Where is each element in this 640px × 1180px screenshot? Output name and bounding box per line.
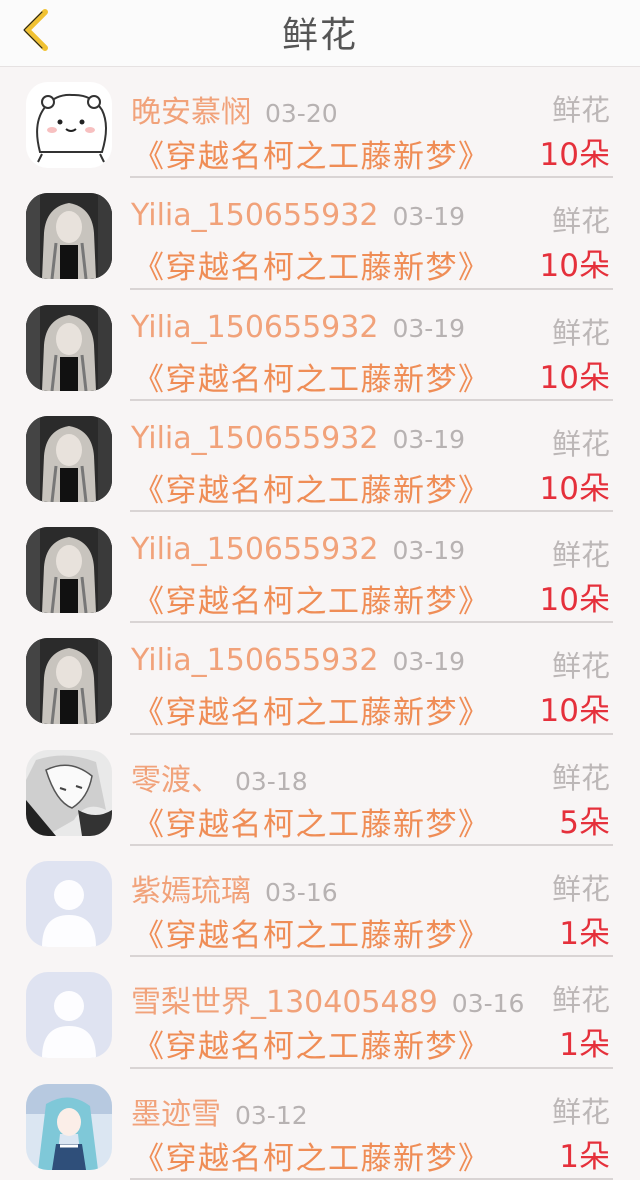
user-name-text[interactable]: Yilia_150655932: [131, 643, 378, 678]
book-title[interactable]: 《穿越名柯之工藤新梦》: [133, 1133, 491, 1178]
gift-type: 鲜花: [551, 649, 610, 684]
user-name-text[interactable]: 晚安慕悯: [131, 95, 251, 130]
avatar[interactable]: [26, 82, 112, 168]
book-title[interactable]: 《穿越名柯之工藤新梦》: [133, 131, 491, 176]
book-title[interactable]: 《穿越名柯之工藤新梦》: [133, 354, 491, 399]
gift-count: 10朵: [539, 470, 610, 507]
user-name[interactable]: 雪梨世界_130405489 03-16: [131, 977, 524, 1021]
avatar[interactable]: [26, 527, 112, 614]
user-name[interactable]: 墨迹雪 03-12: [131, 1089, 308, 1133]
gift-date: 03-19: [392, 536, 466, 566]
book-title[interactable]: 《穿越名柯之工藤新梦》: [133, 799, 491, 844]
user-name-text[interactable]: Yilia_150655932: [131, 198, 378, 233]
gift-type: 鲜花: [551, 315, 610, 350]
gift-count: 10朵: [539, 582, 610, 619]
user-name-text[interactable]: 雪梨世界_130405489: [131, 985, 438, 1020]
avatar[interactable]: [26, 972, 112, 1059]
top-bar: 鲜花: [0, 0, 640, 67]
gift-type: 鲜花: [551, 760, 610, 795]
list-item[interactable]: Yilia_150655932 03-19 《穿越名柯之工藤新梦》 鲜花 10朵: [0, 512, 640, 624]
list-item[interactable]: Yilia_150655932 03-19 《穿越名柯之工藤新梦》 鲜花 10朵: [0, 623, 640, 735]
book-title[interactable]: 《穿越名柯之工藤新梦》: [133, 465, 491, 510]
user-name-text[interactable]: Yilia_150655932: [131, 532, 378, 567]
page-title: 鲜花: [281, 15, 358, 56]
user-name[interactable]: Yilia_150655932 03-19: [131, 421, 465, 456]
list-item[interactable]: 雪梨世界_130405489 03-16 《穿越名柯之工藤新梦》 鲜花 1朵: [0, 957, 640, 1069]
gift-count: 10朵: [539, 693, 610, 730]
user-name[interactable]: Yilia_150655932 03-19: [131, 532, 465, 567]
book-title[interactable]: 《穿越名柯之工藤新梦》: [133, 576, 491, 621]
avatar[interactable]: [26, 638, 112, 725]
avatar[interactable]: [26, 415, 112, 502]
list-item[interactable]: 零渡、 03-18 《穿越名柯之工藤新梦》 鲜花 5朵: [0, 735, 640, 847]
gift-count: 1朵: [559, 1138, 610, 1175]
avatar[interactable]: [26, 193, 112, 280]
book-title[interactable]: 《穿越名柯之工藤新梦》: [133, 910, 491, 955]
list-item[interactable]: Yilia_150655932 03-19 《穿越名柯之工藤新梦》 鲜花 10朵: [0, 290, 640, 401]
book-title[interactable]: 《穿越名柯之工藤新梦》: [133, 1021, 491, 1066]
gift-type: 鲜花: [551, 1094, 610, 1129]
list-item[interactable]: Yilia_150655932 03-19 《穿越名柯之工藤新梦》 鲜花 10朵: [0, 401, 640, 513]
gift-record-list: 晚安慕悯 03-20 《穿越名柯之工藤新梦》 鲜花 10朵 Yilia_15065…: [0, 67, 640, 1180]
user-name-text[interactable]: 紫嫣琉璃: [131, 874, 251, 909]
gift-date: 03-19: [392, 424, 466, 454]
user-name[interactable]: 紫嫣琉璃 03-16: [131, 866, 338, 910]
avatar[interactable]: [26, 749, 112, 836]
gift-type: 鲜花: [551, 93, 610, 127]
list-item[interactable]: 墨迹雪 03-12 《穿越名柯之工藤新梦》 鲜花 1朵: [0, 1069, 640, 1180]
book-title[interactable]: 《穿越名柯之工藤新梦》: [133, 242, 491, 287]
user-name[interactable]: 晚安慕悯 03-20: [131, 87, 338, 131]
user-name-text[interactable]: 零渡、: [131, 763, 221, 798]
list-item[interactable]: 紫嫣琉璃 03-16 《穿越名柯之工藤新梦》 鲜花 1朵: [0, 846, 640, 958]
gift-date: 03-19: [392, 647, 466, 677]
gift-type: 鲜花: [551, 538, 610, 573]
user-name[interactable]: Yilia_150655932 03-19: [131, 310, 465, 345]
avatar[interactable]: [26, 304, 112, 391]
gift-date: 03-19: [392, 313, 466, 343]
gift-count: 1朵: [559, 1027, 610, 1064]
gift-type: 鲜花: [551, 983, 610, 1018]
gift-count: 10朵: [539, 359, 610, 396]
gift-count: 1朵: [559, 916, 610, 953]
gift-date: 03-12: [235, 1100, 308, 1130]
avatar[interactable]: [26, 861, 112, 948]
gift-date: 03-19: [392, 202, 466, 232]
gift-count: 10朵: [539, 137, 610, 173]
user-name[interactable]: 零渡、 03-18: [131, 755, 308, 799]
user-name-text[interactable]: Yilia_150655932: [131, 310, 378, 345]
gift-type: 鲜花: [551, 204, 610, 239]
user-name[interactable]: Yilia_150655932 03-19: [131, 198, 465, 233]
list-item[interactable]: Yilia_150655932 03-19 《穿越名柯之工藤新梦》 鲜花 10朵: [0, 178, 640, 290]
user-name-text[interactable]: Yilia_150655932: [131, 421, 378, 456]
gift-date: 03-18: [235, 766, 308, 796]
gift-date: 03-16: [451, 989, 525, 1019]
user-name-text[interactable]: 墨迹雪: [131, 1097, 221, 1132]
gift-type: 鲜花: [551, 872, 610, 907]
gift-date: 03-16: [265, 878, 338, 908]
gift-count: 10朵: [539, 248, 610, 285]
gift-date: 03-20: [265, 99, 338, 128]
gift-type: 鲜花: [551, 426, 610, 461]
gift-count: 5朵: [559, 804, 610, 841]
user-name[interactable]: Yilia_150655932 03-19: [131, 643, 465, 678]
avatar[interactable]: [26, 1083, 112, 1170]
list-item[interactable]: 晚安慕悯 03-20 《穿越名柯之工藤新梦》 鲜花 10朵: [0, 67, 640, 179]
book-title[interactable]: 《穿越名柯之工藤新梦》: [133, 687, 491, 732]
